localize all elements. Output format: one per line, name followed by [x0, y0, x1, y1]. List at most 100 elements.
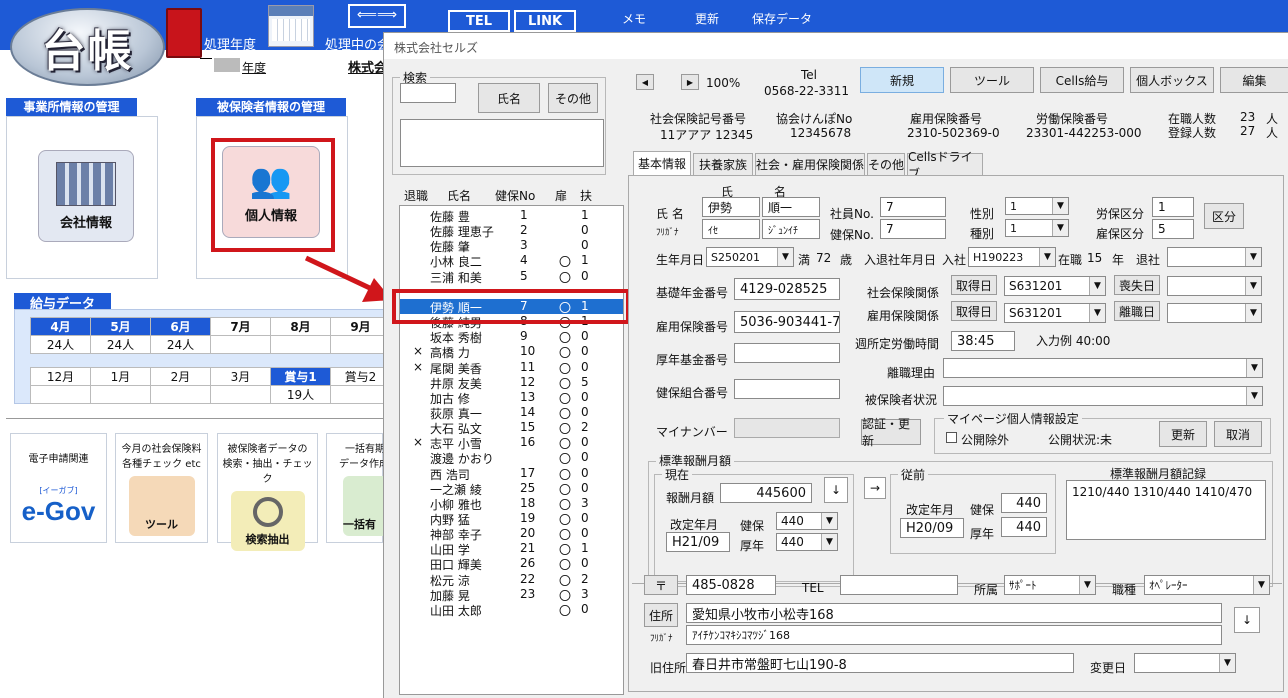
employee-row[interactable]: 加古 修 13 〇 0 [400, 390, 623, 406]
employee-row[interactable]: 神部 幸子 20 〇 0 [400, 526, 623, 542]
social-loss-select[interactable]: ▼ [1167, 276, 1262, 296]
first-kana-field[interactable]: ｼﾞｭﾝｲﾁ [762, 219, 820, 239]
saved-data-link[interactable]: 保存データ [752, 10, 812, 27]
health-assoc-field[interactable] [734, 379, 840, 399]
zip-button[interactable]: 〒 [644, 575, 678, 595]
prev-revised-field[interactable]: H20/09 [900, 518, 964, 538]
labor-class-field[interactable]: 1 [1152, 197, 1194, 217]
hire-date-select[interactable]: H190223 ▼ [968, 247, 1056, 267]
employee-row[interactable]: 井原 友美 12 〇 5 [400, 375, 623, 391]
employee-row[interactable]: 内野 猛 19 〇 0 [400, 511, 623, 527]
change-date-select[interactable]: ▼ [1134, 653, 1236, 673]
employee-row[interactable]: × 高橋 力 10 〇 0 [400, 344, 623, 360]
batch-panel[interactable]: 一括有期 データ作成 一括有 [326, 433, 389, 543]
separation-reason-select[interactable]: ▼ [943, 358, 1263, 378]
month-cell[interactable]: 8月 [270, 317, 331, 336]
personal-info-button[interactable]: 👥 個人情報 [222, 146, 320, 238]
employee-row[interactable]: 小柳 雅也 18 〇 3 [400, 496, 623, 512]
address-button[interactable]: 住所 [644, 603, 678, 627]
month-cell[interactable]: 2月 [150, 367, 211, 386]
leave-date-select[interactable]: ▼ [1167, 247, 1262, 267]
scroll-left-button[interactable]: ◀ [636, 74, 654, 90]
company-info-button[interactable]: 会社情報 [38, 150, 134, 242]
health-no-field[interactable]: 7 [880, 219, 946, 239]
scroll-right-button[interactable]: ▶ [681, 74, 699, 90]
tools-button[interactable]: ツール [950, 67, 1034, 93]
bonus-cell[interactable]: 賞与1 [270, 367, 331, 386]
pension-std-select[interactable]: 440 ▼ [776, 533, 838, 551]
memo-link[interactable]: メモ [622, 10, 646, 27]
zip-field[interactable]: 485-0828 [686, 575, 776, 595]
employee-row[interactable]: 佐藤 豊11 [400, 208, 623, 224]
employee-row[interactable]: 西 浩司 17 〇 0 [400, 466, 623, 482]
other-search-button[interactable]: その他 [548, 83, 598, 113]
employee-row[interactable]: 佐藤 理恵子 2 0 [400, 223, 623, 239]
emp-class-field[interactable]: 5 [1152, 219, 1194, 239]
last-name-field[interactable]: 伊勢 [702, 197, 760, 217]
emp-no-field[interactable]: 7 [880, 197, 946, 217]
employee-row[interactable]: 坂本 秀樹 9 〇 0 [400, 329, 623, 345]
pension-field[interactable]: 4129-028525 [734, 278, 840, 300]
link-button[interactable]: LINK [514, 10, 576, 32]
month-cell[interactable]: 3月 [210, 367, 271, 386]
tab-other[interactable]: その他 [867, 153, 905, 175]
pension-fund-field[interactable] [734, 343, 840, 363]
employee-row[interactable]: 小林 良二 4 〇 1 [400, 253, 623, 269]
right-arrow-button[interactable]: → [864, 477, 886, 499]
name-search-button[interactable]: 氏名 [478, 83, 540, 113]
first-name-field[interactable]: 順一 [762, 197, 820, 217]
emp-date-select[interactable]: S631201 ▼ [1004, 303, 1106, 323]
employee-row[interactable]: 佐藤 肇30 [400, 238, 623, 254]
extract-panel[interactable]: 被保険者データの 検索・抽出・チェック 検索抽出 [217, 433, 318, 551]
employee-row[interactable]: 田口 輝美 26 〇 0 [400, 556, 623, 572]
tab-basic[interactable]: 基本情報 [633, 151, 691, 175]
social-loss-button[interactable]: 喪失日 [1114, 275, 1160, 295]
kind-select[interactable]: 1 ▼ [1005, 219, 1069, 237]
tel-field[interactable] [840, 575, 958, 595]
arrows-icon[interactable]: ⟸⟹ [348, 4, 406, 28]
month-cell[interactable]: 6月 [150, 317, 211, 336]
job-select[interactable]: ｵﾍﾟﾚｰﾀｰ ▼ [1144, 575, 1270, 595]
tab-dependents[interactable]: 扶養家族 [693, 153, 753, 175]
month-cell[interactable]: 12月 [30, 367, 91, 386]
search-input[interactable] [400, 83, 456, 103]
emp-leave-select[interactable]: ▼ [1167, 303, 1262, 323]
employee-row[interactable]: 荻原 真一 14 〇 0 [400, 405, 623, 421]
private-checkbox[interactable] [946, 432, 957, 443]
edit-button[interactable]: 編集 [1220, 67, 1288, 93]
cells-pay-button[interactable]: Cells給与 [1040, 67, 1124, 93]
month-cell[interactable]: 9月 [330, 317, 391, 336]
month-cell[interactable]: 4月 [30, 317, 91, 336]
down-arrow-button[interactable]: ↓ [824, 477, 848, 503]
egov-panel[interactable]: 電子申請関連 [イーガブ] e-Gov [10, 433, 107, 543]
employee-row[interactable]: 一之瀬 綾 25 〇 0 [400, 481, 623, 497]
search-result-box[interactable] [400, 119, 604, 167]
prev-pension-field[interactable]: 440 [1001, 517, 1047, 537]
personal-box-button[interactable]: 個人ボックス [1130, 67, 1214, 93]
month-cell[interactable]: 5月 [90, 317, 151, 336]
monthly-field[interactable]: 445600 [720, 483, 812, 503]
employee-row[interactable]: × 志平 小雪 16 〇 0 [400, 435, 623, 451]
old-address-field[interactable]: 春日井市常盤町七山190-8 [686, 653, 1074, 673]
calendar-icon[interactable] [268, 5, 314, 47]
class-button[interactable]: 区分 [1204, 203, 1244, 229]
new-button[interactable]: 新規 [860, 67, 944, 93]
social-date-select[interactable]: S631201 ▼ [1004, 276, 1106, 296]
insured-status-select[interactable]: ▼ [943, 386, 1263, 406]
address-down-button[interactable]: ↓ [1234, 607, 1260, 633]
employee-row[interactable]: 山田 太郎 〇 0 [400, 602, 623, 618]
tab-insurance[interactable]: 社会・雇用保険関係 [755, 153, 865, 175]
bonus-cell[interactable]: 賞与2 [330, 367, 391, 386]
social-acquire-button[interactable]: 取得日 [951, 275, 997, 295]
prev-health-field[interactable]: 440 [1001, 493, 1047, 513]
update-link[interactable]: 更新 [695, 10, 719, 27]
last-kana-field[interactable]: ｲｾ [702, 219, 760, 239]
birth-select[interactable]: S250201 ▼ [706, 247, 794, 267]
address-field[interactable]: 愛知県小牧市小松寺168 [686, 603, 1222, 623]
tab-cells-drive[interactable]: Cellsドライブ [907, 150, 983, 181]
social-check-panel[interactable]: 今月の社会保険料 各種チェック etc ツール [115, 433, 208, 543]
employee-row[interactable]: 大石 弘文 15 〇 2 [400, 420, 623, 436]
month-cell[interactable]: 1月 [90, 367, 151, 386]
health-std-select[interactable]: 440 ▼ [776, 512, 838, 530]
month-cell[interactable]: 7月 [210, 317, 271, 336]
